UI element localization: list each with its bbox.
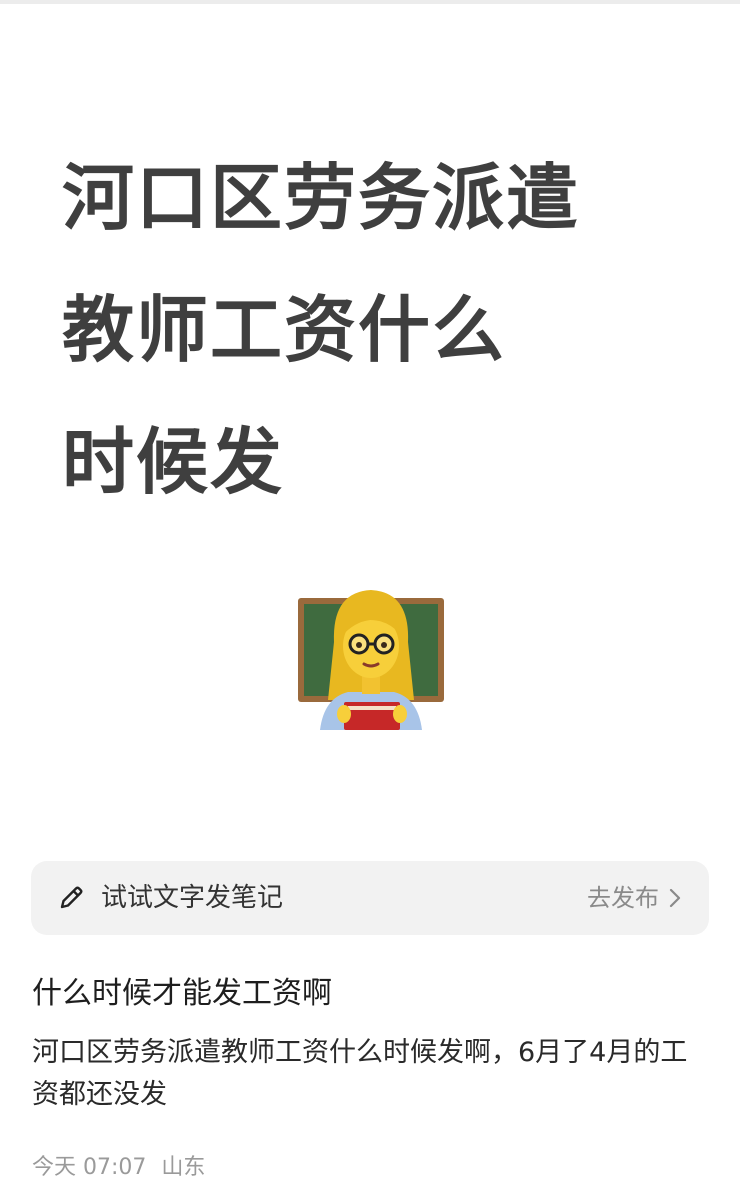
top-divider bbox=[0, 0, 740, 4]
compose-note-bar[interactable]: 试试文字发笔记 去发布 bbox=[31, 861, 709, 935]
post-time: 今天 07:07 bbox=[32, 1155, 147, 1180]
cover-title-line: 教师工资什么 bbox=[62, 288, 507, 372]
publish-link[interactable]: 去发布 bbox=[587, 861, 681, 935]
post-title: 什么时候才能发工资啊 bbox=[32, 976, 332, 1011]
chevron-right-icon bbox=[669, 888, 681, 908]
publish-label: 去发布 bbox=[587, 884, 659, 912]
pencil-icon bbox=[60, 886, 83, 909]
woman-teacher-emoji-icon bbox=[298, 590, 444, 730]
post-location: 山东 bbox=[161, 1155, 206, 1180]
compose-note-label: 试试文字发笔记 bbox=[101, 883, 284, 913]
cover-title-line: 时候发 bbox=[62, 420, 285, 504]
cover-title-line: 河口区劳务派遣 bbox=[62, 156, 581, 240]
post-body: 河口区劳务派遣教师工资什么时候发啊，6月了4月的工资都还没发 bbox=[32, 1037, 688, 1110]
cover-title: 河口区劳务派遣 教师工资什么 时候发 bbox=[62, 132, 682, 528]
post-meta: 今天 07:07 山东 bbox=[32, 1148, 205, 1188]
